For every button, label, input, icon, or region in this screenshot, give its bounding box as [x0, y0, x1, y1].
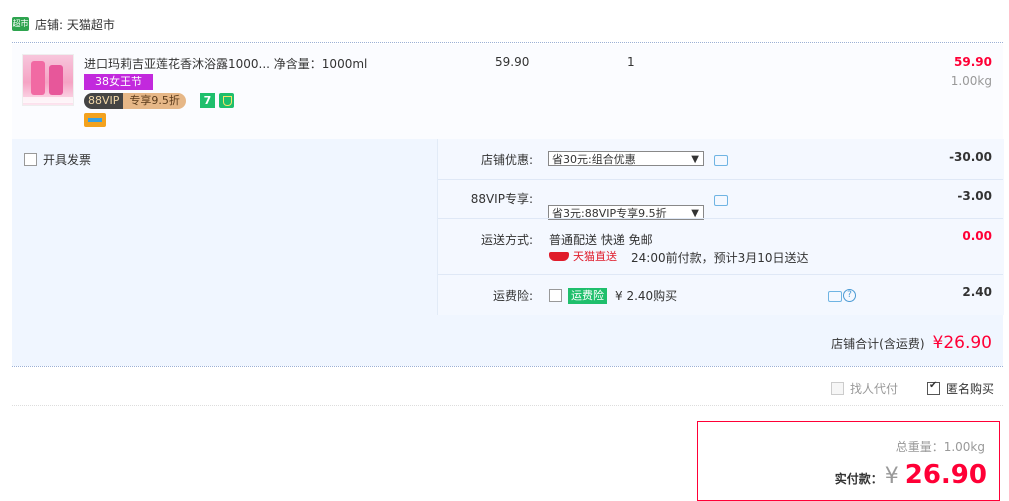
insurance-checkbox[interactable]: [549, 289, 562, 302]
product-title[interactable]: 进口玛莉吉亚莲花香沐浴露1000... 净含量：1000ml: [84, 55, 374, 72]
shop-total: 店铺合计(含运费) ¥26.90: [830, 333, 992, 353]
insurance-label: 运费险:: [492, 289, 533, 303]
anonymous-purchase-option[interactable]: 匿名购买: [927, 380, 994, 397]
shipping-method: 普通配送 快递 免邮: [549, 233, 653, 247]
divider: [438, 218, 1003, 219]
proxy-pay-label: 找人代付: [850, 382, 899, 396]
actual-payment-amount: 26.90: [904, 460, 987, 490]
guarantee-icon[interactable]: [219, 93, 234, 108]
shop-discount-amount: -30.00: [949, 150, 992, 164]
help-icon[interactable]: ?: [843, 289, 856, 302]
tmall-cat-icon: [549, 252, 569, 261]
vip-discount-amount: -3.00: [957, 189, 992, 203]
invoice-option[interactable]: 开具发票: [24, 151, 91, 168]
message-icon[interactable]: [828, 291, 842, 302]
insurance-price: ¥ 2.40购买: [615, 289, 678, 303]
shipping-amount: 0.00: [962, 229, 992, 243]
vip-tag-right: 专享9.5折: [123, 93, 186, 109]
shop-header: 超市 店铺: 天猫超市: [12, 14, 115, 34]
message-icon[interactable]: [714, 155, 728, 166]
tmall-supermarket-icon: 超市: [12, 17, 29, 31]
item-weight: 1.00kg: [950, 74, 992, 88]
vip-tag-left: 88VIP: [84, 93, 124, 109]
invoice-checkbox[interactable]: [24, 153, 37, 166]
delivery-estimate: 24:00前付款，预计3月10日送达: [631, 251, 809, 265]
event-tag: 38女王节: [84, 74, 153, 90]
currency-symbol: ¥: [884, 464, 899, 489]
anonymous-label: 匿名购买: [946, 382, 995, 396]
actual-payment-label: 实付款：: [834, 472, 883, 486]
divider: [438, 179, 1003, 180]
divider: [12, 42, 1003, 43]
divider: [12, 366, 1003, 367]
shipping-label: 运送方式:: [480, 233, 533, 247]
tmall-direct-logo: 天猫直送: [549, 250, 623, 263]
seven-day-return-icon[interactable]: 7: [200, 93, 215, 108]
insurance-option[interactable]: 运费险 ¥ 2.40购买: [549, 287, 677, 304]
insurance-amount: 2.40: [962, 285, 992, 299]
shop-total-label: 店铺合计(含运费): [831, 336, 925, 351]
vip-discount-tag: 88VIP 专享9.5折: [84, 93, 186, 109]
unit-price: 59.90: [495, 55, 530, 69]
message-icon[interactable]: [714, 195, 728, 206]
quantity: 1: [627, 55, 635, 69]
proxy-pay-option[interactable]: 找人代付: [831, 380, 898, 397]
shop-total-value: ¥26.90: [932, 333, 992, 353]
actual-payment: 实付款： ¥ 26.90: [835, 460, 987, 490]
anonymous-checkbox[interactable]: [927, 380, 940, 395]
shop-name[interactable]: 店铺: 天猫超市: [35, 16, 115, 33]
vip-discount-label: 88VIP专享:: [470, 192, 533, 206]
divider: [438, 274, 1003, 275]
credit-card-icon[interactable]: [84, 113, 106, 127]
item-subtotal: 59.90: [954, 55, 992, 69]
shop-discount-label: 店铺优惠:: [480, 153, 533, 167]
total-weight: 总重量：1.00kg: [895, 440, 985, 454]
final-payment-box: 总重量：1.00kg 实付款： ¥ 26.90: [697, 421, 1000, 501]
shop-discount-select[interactable]: 省30元:组合优惠 ▼: [548, 151, 704, 166]
divider: [12, 405, 1003, 406]
dropdown-arrow-icon: ▼: [691, 154, 699, 165]
invoice-label: 开具发票: [43, 153, 92, 167]
proxy-pay-checkbox[interactable]: [831, 382, 844, 395]
insurance-badge: 运费险: [568, 287, 607, 304]
product-thumbnail[interactable]: [22, 54, 74, 106]
